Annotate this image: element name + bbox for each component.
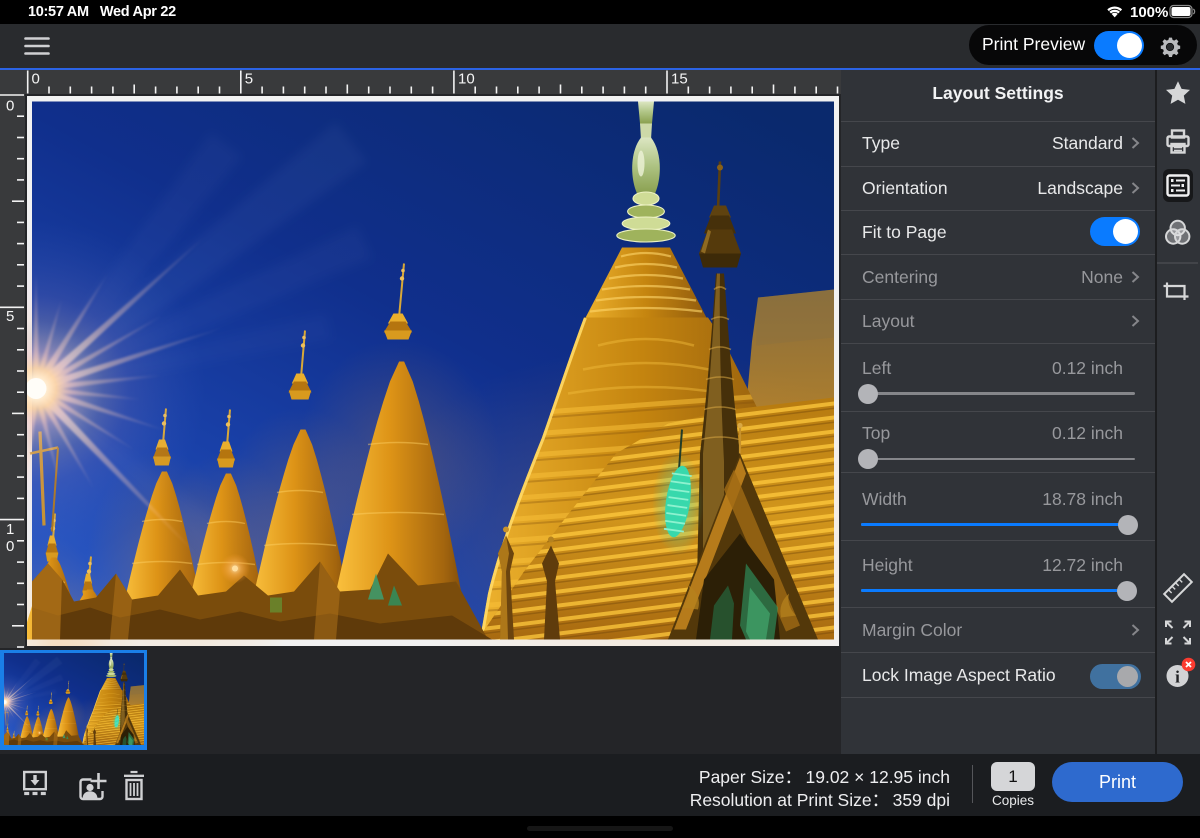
- svg-text:0: 0: [32, 71, 40, 88]
- svg-text:15: 15: [671, 71, 688, 88]
- svg-text:100%: 100%: [1130, 4, 1168, 21]
- svg-text:0: 0: [6, 538, 14, 555]
- svg-text:5: 5: [245, 71, 253, 88]
- svg-text:5: 5: [6, 308, 14, 325]
- svg-text:1: 1: [6, 521, 14, 538]
- svg-text:i: i: [1175, 668, 1180, 687]
- svg-text:0: 0: [6, 98, 14, 115]
- svg-text:10: 10: [458, 71, 475, 88]
